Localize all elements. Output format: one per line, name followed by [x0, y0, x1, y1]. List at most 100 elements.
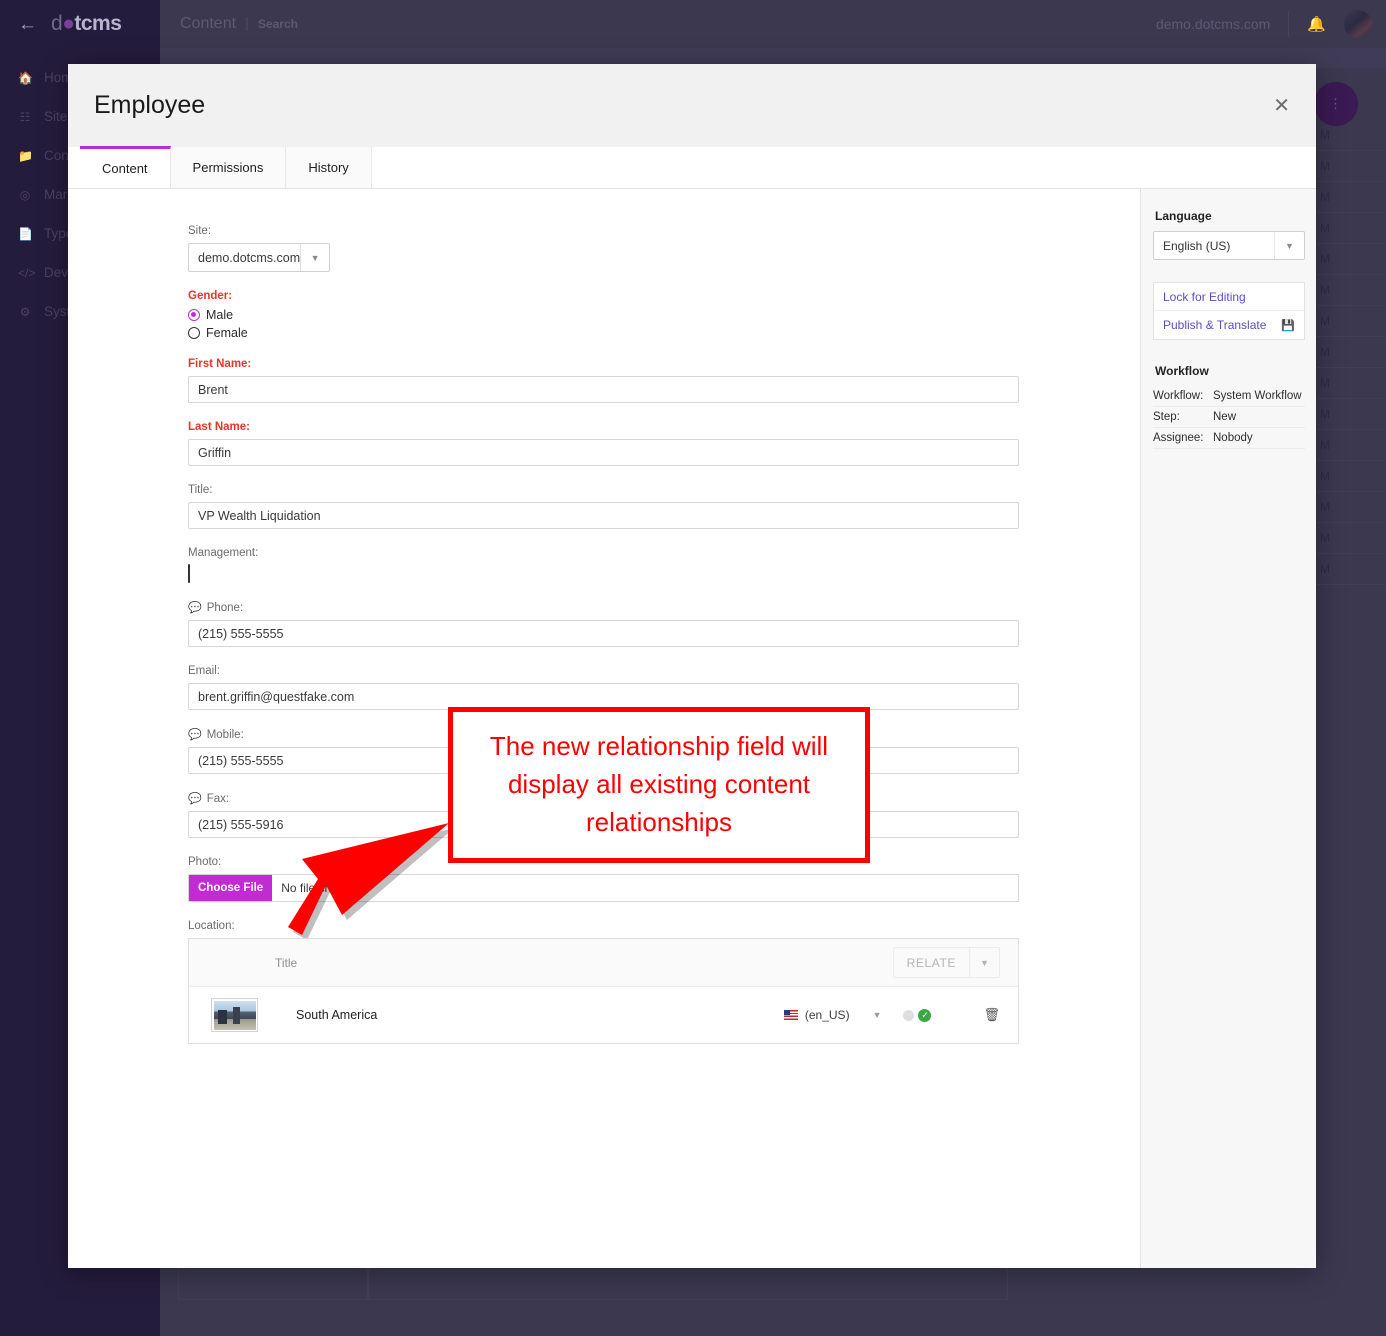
chevron-down-icon[interactable]: ▼ [873, 1010, 882, 1020]
breadcrumb-subtitle: Search [257, 17, 298, 31]
radio-female[interactable]: Female [188, 326, 1140, 340]
trash-icon[interactable]: 🗑 [983, 1007, 1000, 1023]
home-icon: 🏠 [18, 70, 33, 85]
tab-content[interactable]: Content [80, 146, 171, 188]
action-label: Publish & Translate [1163, 318, 1267, 332]
radio-label: Female [206, 326, 248, 340]
breadcrumb-separator: | [245, 15, 249, 32]
target-icon: ◎ [19, 187, 31, 202]
chevron-down-icon[interactable]: ▼ [969, 948, 999, 977]
file-icon: 📄 [18, 226, 33, 241]
radio-label: Male [206, 308, 234, 322]
field-title: Title: [188, 484, 1140, 529]
relationship-table: Title RELATE ▼ South America (en_US) ▼ ✓… [188, 938, 1019, 1044]
divider [1288, 11, 1290, 37]
mobile-label-text: Mobile: [206, 729, 244, 741]
floating-action-button[interactable]: ⋮ [1314, 82, 1358, 126]
workflow-key: Step: [1153, 411, 1180, 423]
field-last-name: Last Name: [188, 421, 1140, 466]
radio-male[interactable]: Male [188, 308, 1140, 322]
radio-unselected-icon [188, 327, 200, 339]
action-label: Lock for Editing [1163, 289, 1246, 304]
green-check-icon: ✓ [918, 1008, 932, 1022]
first-name-label: First Name: [188, 358, 252, 370]
site-select[interactable]: demo.dotcms.com ▼ [188, 243, 330, 272]
workflow-actions: Lock for Editing Publish & Translate 💾 [1153, 282, 1305, 340]
workflow-key: Assignee: [1153, 432, 1204, 444]
site-select-value: demo.dotcms.com [198, 250, 301, 265]
phone-input[interactable] [188, 620, 1019, 647]
workflow-heading: Workflow [1155, 364, 1209, 378]
current-site-label[interactable]: demo.dotcms.com [1156, 16, 1270, 32]
language-select[interactable]: English (US) ▼ [1153, 231, 1305, 260]
tab-label: Content [102, 161, 148, 176]
tab-history[interactable]: History [286, 147, 372, 188]
workflow-value: Nobody [1213, 432, 1253, 444]
title-input[interactable] [188, 502, 1019, 529]
modal-tabs: Content Permissions History [68, 146, 1316, 189]
first-name-input[interactable] [188, 376, 1019, 403]
page-title: Employee [94, 91, 206, 119]
relationship-table-header: Title RELATE ▼ [189, 939, 1018, 987]
table-row[interactable]: South America (en_US) ▼ ✓ 🗑 [189, 987, 1018, 1043]
email-input[interactable] [188, 683, 1019, 710]
back-arrow-icon[interactable]: ← [18, 15, 37, 34]
sidebar-item-label: Site [44, 109, 68, 124]
sitemap-icon: ☷ [19, 109, 31, 124]
choose-file-button[interactable]: Choose File [189, 875, 273, 901]
relate-button-label: RELATE [906, 955, 956, 970]
annotation-callout: The new relationship field will display … [448, 707, 870, 863]
row-language-select[interactable]: (en_US) ▼ [783, 1008, 882, 1022]
tab-label: History [308, 160, 349, 175]
dotcms-logo[interactable]: d●tcms [51, 12, 122, 36]
publish-and-translate-button[interactable]: Publish & Translate 💾 [1154, 311, 1304, 339]
gender-label: Gender: [188, 290, 233, 302]
row-title: South America [296, 1008, 378, 1022]
gray-status-dot [903, 1009, 915, 1021]
annotation-text: The new relationship field will display … [489, 731, 829, 837]
field-location-relationship: Location: Title RELATE ▼ South America (… [188, 920, 1140, 1044]
topbar-right-cluster: demo.dotcms.com 🔔 [1156, 10, 1386, 38]
employee-content-modal: Employee ✕ Content Permissions History S… [68, 64, 1316, 1268]
last-name-input[interactable] [188, 439, 1019, 466]
relate-button[interactable]: RELATE ▼ [892, 947, 1000, 978]
comment-bubble-icon: 💬 [188, 793, 202, 805]
chevron-down-icon[interactable]: ▼ [1274, 232, 1304, 259]
avatar[interactable] [1344, 10, 1372, 38]
comment-bubble-icon: 💬 [188, 602, 202, 614]
close-icon[interactable]: ✕ [1273, 96, 1290, 116]
tab-label: Permissions [192, 160, 264, 175]
us-flag-icon [783, 1010, 798, 1020]
site-label: Site: [188, 225, 212, 237]
workflow-key: Workflow: [1153, 390, 1204, 402]
title-label: Title: [188, 484, 213, 496]
email-label: Email: [188, 665, 220, 677]
phone-label-text: Phone: [206, 602, 244, 614]
more-vertical-icon: ⋮ [1329, 96, 1343, 111]
gear-icon: ⚙ [19, 304, 31, 319]
workflow-value: System Workflow [1213, 390, 1302, 402]
modal-header: Employee ✕ [68, 64, 1316, 147]
city-skyline-thumbnail [211, 998, 258, 1032]
code-icon: </> [18, 265, 36, 280]
management-checkbox[interactable] [188, 564, 190, 583]
workflow-row-workflow: Workflow: System Workflow [1153, 386, 1305, 407]
field-gender: Gender: Male Female [188, 290, 1140, 340]
tab-permissions[interactable]: Permissions [170, 147, 287, 188]
comment-bubble-icon: 💬 [188, 729, 202, 741]
field-email: Email: [188, 665, 1140, 710]
bell-icon[interactable]: 🔔 [1307, 15, 1326, 33]
row-language-label: (en_US) [804, 1008, 850, 1022]
breadcrumb-title: Content [180, 15, 237, 32]
phone-label: 💬 Phone: [188, 601, 1140, 614]
top-navigation-bar: ← d●tcms Content | Search demo.dotcms.co… [0, 0, 1386, 48]
field-management: Management: [188, 547, 1140, 583]
language-select-value: English (US) [1163, 238, 1231, 253]
field-phone: 💬 Phone: [188, 601, 1140, 647]
chevron-down-icon[interactable]: ▼ [300, 244, 329, 271]
lock-for-editing-button[interactable]: Lock for Editing [1154, 283, 1304, 311]
management-label: Management: [188, 547, 259, 559]
workflow-row-step: Step: New [1153, 407, 1305, 428]
language-heading: Language [1155, 209, 1212, 223]
folder-icon: 📁 [18, 148, 33, 163]
